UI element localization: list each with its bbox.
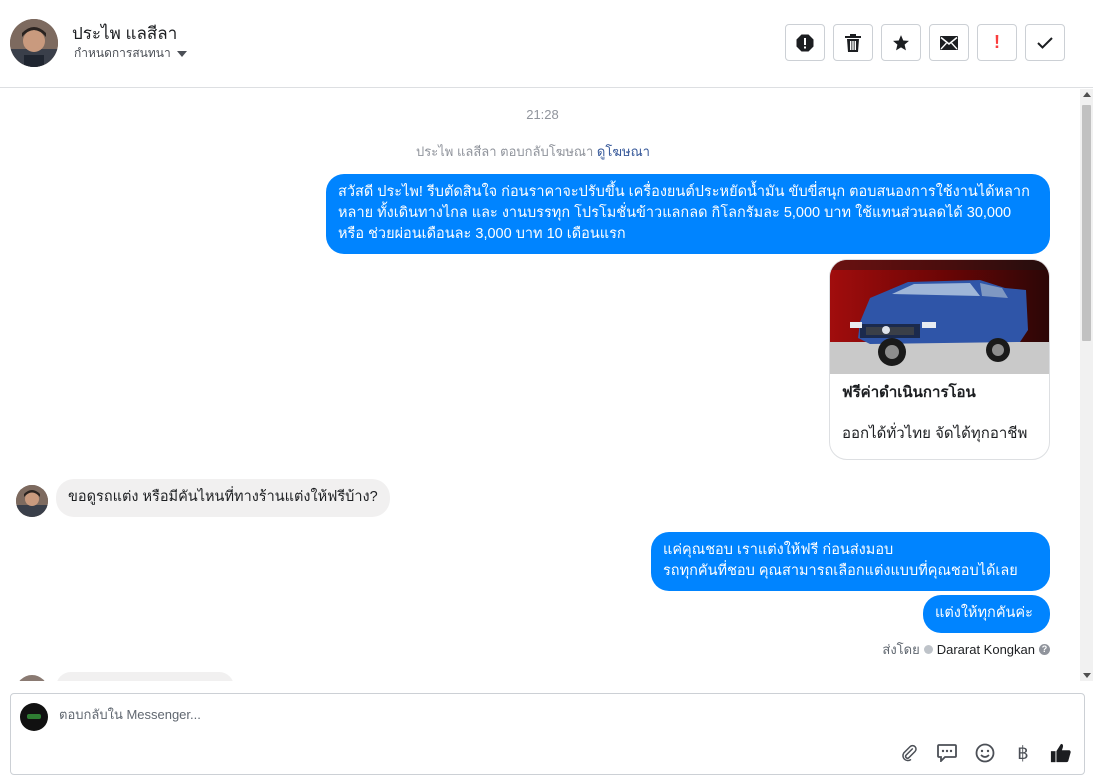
- ad-card-title: ฟรีค่าดำเนินการโอน: [842, 384, 976, 401]
- caret-down-icon: [176, 51, 187, 57]
- message-thread: 21:28 ประไพ แลสีลา ตอบกลับโฆษณา ดูโฆษณา …: [0, 89, 1080, 681]
- like-button[interactable]: [1050, 742, 1072, 764]
- verified-icon: [923, 645, 933, 654]
- spam-icon: [796, 34, 814, 51]
- paperclip-icon: [902, 744, 917, 762]
- conversation-header: ประไพ แลสีลา กำหนดการสนทนา !: [0, 0, 1093, 88]
- envelope-icon: [940, 35, 958, 50]
- contact-avatar-small[interactable]: [16, 675, 48, 681]
- scroll-down-arrow-icon[interactable]: [1083, 673, 1091, 678]
- star-icon: [893, 34, 909, 50]
- important-icon: !: [994, 32, 1000, 52]
- payment-button[interactable]: ฿: [1012, 742, 1034, 764]
- star-button[interactable]: [881, 24, 921, 61]
- sent-by-label: ส่งโดย: [882, 642, 920, 657]
- reply-input[interactable]: [59, 707, 959, 722]
- saved-replies-button[interactable]: [936, 742, 958, 764]
- message-text-line: แค่คุณชอบ เราแต่งให้ฟรี ก่อนส่งมอบ: [663, 542, 894, 558]
- thread-scrollbar[interactable]: [1080, 89, 1093, 681]
- outgoing-message[interactable]: แต่งให้ทุกคันค่ะ: [923, 595, 1050, 633]
- view-ad-link[interactable]: ดูโฆษณา: [597, 144, 650, 159]
- conversation-setting-dropdown[interactable]: กำหนดการสนทนา: [74, 44, 187, 63]
- ad-card-subtitle: ออกได้ทั่วไทย จัดได้ทุกอาชีพ: [842, 425, 1028, 442]
- trash-icon: [845, 33, 861, 52]
- conversation-toolbar: !: [785, 24, 1065, 61]
- delete-button[interactable]: [833, 24, 873, 61]
- incoming-message[interactable]: [56, 672, 234, 681]
- message-text-line: รถทุกคันที่ชอบ คุณสามารถเลือกแต่งแบบที่ค…: [663, 563, 1018, 579]
- mark-unread-button[interactable]: [929, 24, 969, 61]
- message-text: สวัสดี ประไพ! รีบตัดสินใจ ก่อนราคาจะปรับ…: [338, 184, 1030, 242]
- ad-card[interactable]: ฟรีค่าดำเนินการโอน ออกได้ทั่วไทย จัดได้ท…: [829, 259, 1050, 460]
- ad-image[interactable]: [830, 260, 1049, 374]
- check-icon: [1037, 36, 1053, 49]
- incoming-message[interactable]: ขอดูรถแต่ง หรือมีคันไหนที่ทางร้านแต่งให้…: [56, 479, 390, 517]
- sent-by-info: ส่งโดย Dararat Kongkan ?: [882, 639, 1050, 660]
- scroll-thumb[interactable]: [1082, 105, 1091, 341]
- ad-reply-text: ประไพ แลสีลา ตอบกลับโฆษณา: [416, 144, 594, 159]
- baht-icon: ฿: [1017, 742, 1029, 763]
- outgoing-message[interactable]: แค่คุณชอบ เราแต่งให้ฟรี ก่อนส่งมอบ รถทุก…: [651, 532, 1050, 591]
- chat-bubble-icon: [937, 744, 957, 762]
- reply-composer: ฿: [10, 693, 1085, 775]
- scroll-up-arrow-icon[interactable]: [1083, 92, 1091, 97]
- attach-button[interactable]: [898, 742, 920, 764]
- outgoing-message[interactable]: สวัสดี ประไพ! รีบตัดสินใจ ก่อนราคาจะปรับ…: [326, 174, 1050, 254]
- message-text: แต่งให้ทุกคันค่ะ: [935, 605, 1033, 621]
- emoji-icon: [975, 743, 995, 763]
- help-icon[interactable]: ?: [1039, 644, 1050, 655]
- pickup-truck-image: [830, 260, 1049, 374]
- ad-reply-notice: ประไพ แลสีลา ตอบกลับโฆษณา ดูโฆษณา: [0, 141, 1066, 162]
- mark-spam-button[interactable]: [785, 24, 825, 61]
- mark-done-button[interactable]: [1025, 24, 1065, 61]
- sent-by-name[interactable]: Dararat Kongkan: [937, 642, 1035, 657]
- message-timestamp: 21:28: [526, 107, 559, 122]
- contact-name[interactable]: ประไพ แลสีลา: [72, 20, 177, 47]
- contact-avatar[interactable]: [10, 19, 58, 67]
- emoji-button[interactable]: [974, 742, 996, 764]
- composer-tools: ฿: [898, 742, 1072, 764]
- mark-important-button[interactable]: !: [977, 24, 1017, 61]
- thumbs-up-icon: [1050, 743, 1071, 763]
- message-text: ขอดูรถแต่ง หรือมีคันไหนที่ทางร้านแต่งให้…: [68, 489, 378, 505]
- contact-avatar-small[interactable]: [16, 485, 48, 517]
- conversation-setting-label: กำหนดการสนทนา: [74, 46, 171, 60]
- page-avatar: [20, 703, 48, 731]
